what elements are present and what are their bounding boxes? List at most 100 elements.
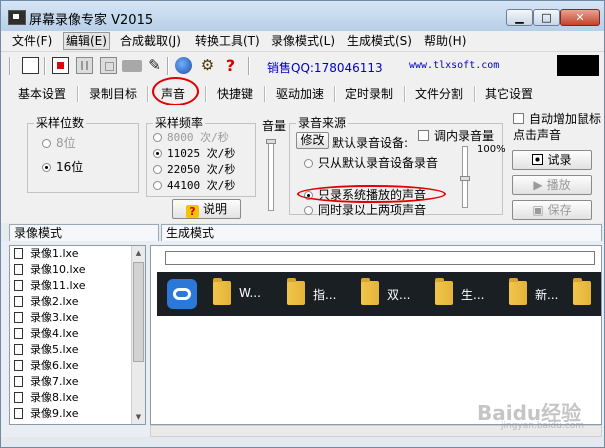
auto-mouse-click-sound-checkbox[interactable]: 自动增加鼠标点击声音 (513, 111, 603, 143)
preview-folder: W... (207, 272, 279, 316)
tab-driver-accel[interactable]: 驱动加速 (276, 85, 324, 102)
tab-other-settings[interactable]: 其它设置 (485, 85, 533, 102)
radio-dot-checked (42, 163, 51, 172)
list-item[interactable]: 录像1.lxe (10, 246, 145, 262)
record-icon (532, 154, 544, 165)
list-item[interactable]: 录像7.lxe (10, 374, 145, 390)
menu-convert-tools[interactable]: 转换工具(T) (195, 33, 260, 49)
volume-slider-track[interactable] (268, 141, 274, 211)
save-button[interactable]: ▣ 保存 (512, 200, 592, 220)
tab-hotkey[interactable]: 快捷键 (217, 85, 253, 102)
file-icon (14, 328, 23, 339)
minimize-button[interactable]: ▁ (506, 9, 533, 26)
cloud-icon (167, 279, 197, 309)
list-item[interactable]: 录像3.lxe (10, 310, 145, 326)
radio-dot (153, 181, 162, 190)
save-icon: ▣ (532, 203, 544, 217)
tab-basic[interactable]: 基本设置 (18, 85, 66, 102)
tab-record-target[interactable]: 录制目标 (89, 85, 137, 102)
rate-22050-radio[interactable]: 22050 次/秒 (153, 163, 235, 177)
preview-folder: 生... (429, 272, 501, 316)
mode-tabs: 录像模式 生成模式 (1, 223, 604, 241)
file-name: 录像11.lxe (30, 279, 86, 292)
tab-timer-record[interactable]: 定时录制 (345, 85, 393, 102)
file-icon (14, 280, 23, 291)
question-icon: ? (185, 205, 199, 218)
test-record-button[interactable]: 试录 (512, 150, 592, 170)
volume-slider-thumb[interactable] (266, 139, 276, 144)
toolbar-separator (248, 57, 250, 75)
stop-icon[interactable] (100, 57, 117, 74)
list-item[interactable]: 录像8.lxe (10, 390, 145, 406)
scroll-up-arrow-icon[interactable]: ▲ (133, 247, 144, 259)
toolbar: ✎ ⚙ ? 销售QQ:178046113 www.tlxsoft.com (1, 51, 604, 81)
globe-icon[interactable] (175, 57, 192, 74)
menu-help[interactable]: 帮助(H) (424, 33, 466, 49)
website-link[interactable]: www.tlxsoft.com (409, 60, 499, 71)
preview-folder: 双... (355, 272, 427, 316)
help-button[interactable]: ? 说明 (172, 199, 241, 219)
play-button[interactable]: ▶ 播放 (512, 175, 592, 195)
file-icon (14, 312, 23, 323)
tab-record-mode[interactable]: 录像模式 (9, 224, 159, 241)
menu-compose-cut[interactable]: 合成截取(J) (120, 33, 181, 49)
preview-folder: 指... (281, 272, 353, 316)
folder-icon (361, 278, 379, 305)
folder-label: 双... (387, 288, 411, 302)
internal-volume-slider-thumb[interactable] (460, 176, 470, 181)
menu-edit[interactable]: 编辑(E) (63, 32, 110, 50)
rate-11025-radio[interactable]: 11025 次/秒 (153, 147, 235, 161)
list-item[interactable]: 录像9.lxe (10, 406, 145, 422)
source-both-radio[interactable]: 同时录以上两项声音 (304, 203, 426, 217)
radio-dot (304, 206, 313, 215)
menu-bar: 文件(F) 编辑(E) 合成截取(J) 转换工具(T) 录像模式(L) 生成模式… (1, 31, 604, 51)
new-document-icon[interactable] (22, 57, 39, 74)
tab-file-split[interactable]: 文件分割 (415, 85, 463, 102)
watermark-url: jingyan.baidu.com (501, 421, 585, 431)
list-item[interactable]: 录像2.lxe (10, 294, 145, 310)
sound-settings-panel: 采样位数 8位 16位 采样频率 8000 次/秒 11025 次/秒 2205… (1, 105, 604, 223)
list-item[interactable]: 录像4.lxe (10, 326, 145, 342)
file-icon (14, 264, 23, 275)
rate-44100-radio[interactable]: 44100 次/秒 (153, 179, 235, 193)
camera-icon[interactable] (122, 60, 142, 72)
list-scrollbar[interactable]: ▲ ▼ (131, 246, 145, 424)
tab-generate-mode[interactable]: 生成模式 (161, 224, 602, 241)
bits-16-radio[interactable]: 16位 (42, 160, 83, 174)
file-icon (14, 344, 23, 355)
bits-16-label: 16位 (56, 160, 84, 174)
list-item[interactable]: 录像10.lxe (10, 262, 145, 278)
adjust-internal-volume-checkbox[interactable]: 调内录音量 (418, 127, 494, 144)
network-icon[interactable]: ⚙ (199, 57, 216, 74)
menu-file[interactable]: 文件(F) (12, 33, 52, 49)
sample-bits-title: 采样位数 (34, 116, 87, 130)
list-item[interactable]: 录像5.lxe (10, 342, 145, 358)
pause-icon[interactable] (76, 57, 93, 74)
list-item[interactable]: 录像6.lxe (10, 358, 145, 374)
recording-file-list: 录像1.lxe 录像10.lxe 录像11.lxe 录像2.lxe 录像3.lx… (9, 245, 146, 425)
record-source-title: 录音来源 (296, 116, 349, 130)
modify-button[interactable]: 修改 (296, 132, 329, 149)
bits-8-radio[interactable]: 8位 (42, 136, 76, 150)
radio-dot-checked (153, 149, 162, 158)
help-icon[interactable]: ? (222, 57, 239, 74)
folder-icon (573, 278, 591, 305)
scroll-down-arrow-icon[interactable]: ▼ (133, 411, 144, 423)
file-icon (14, 408, 23, 419)
menu-record-mode[interactable]: 录像模式(L) (271, 33, 335, 49)
radio-dot (153, 133, 162, 142)
pen-icon[interactable]: ✎ (146, 57, 163, 74)
record-icon[interactable] (52, 57, 69, 74)
source-default-device-radio[interactable]: 只从默认录音设备录音 (304, 156, 438, 170)
maximize-button[interactable]: □ (533, 9, 560, 26)
scroll-thumb[interactable] (133, 262, 144, 362)
file-name: 录像1.lxe (30, 247, 79, 260)
folder-label: 指... (313, 288, 337, 302)
tab-separator (404, 86, 406, 102)
menu-generate-mode[interactable]: 生成模式(S) (347, 33, 412, 49)
adjust-internal-volume-label: 调内录音量 (434, 129, 495, 143)
list-item[interactable]: 录像11.lxe (10, 278, 145, 294)
file-name: 录像7.lxe (30, 375, 79, 388)
rate-8000-radio[interactable]: 8000 次/秒 (153, 131, 229, 145)
close-button[interactable]: ✕ (560, 9, 600, 26)
